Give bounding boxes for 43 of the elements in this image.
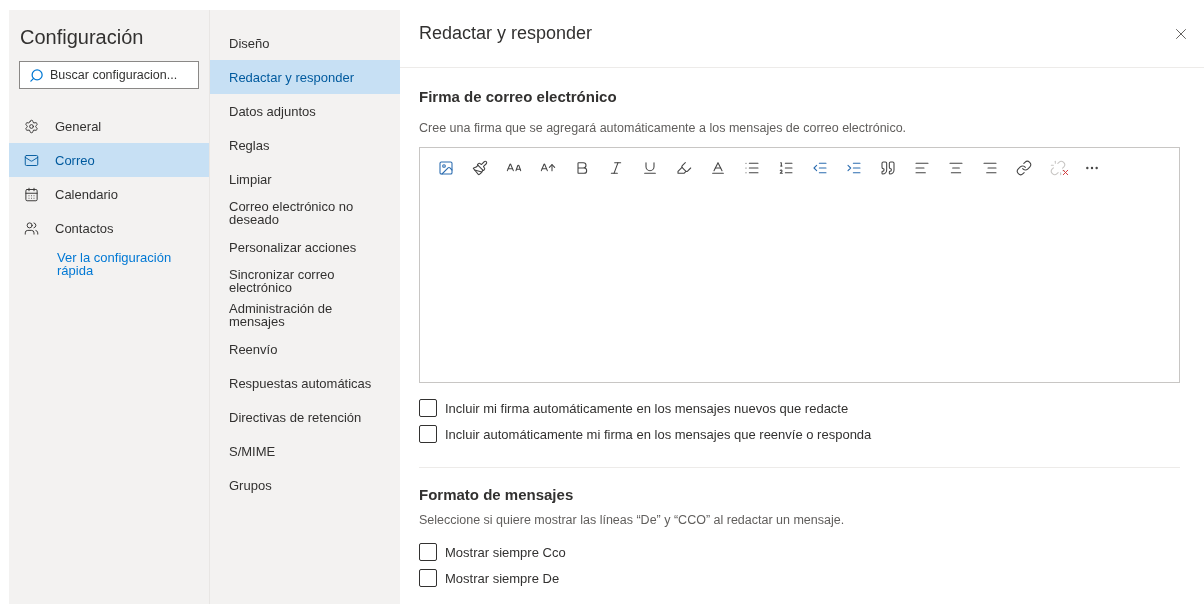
subnav-item[interactable]: Datos adjuntos xyxy=(210,94,400,128)
mail-icon xyxy=(24,152,39,168)
checkbox[interactable] xyxy=(419,425,437,443)
search-field[interactable]: Buscar configuracion... xyxy=(19,61,199,89)
settings-icon xyxy=(24,118,39,134)
subnav-item[interactable]: Respuestas automáticas xyxy=(210,366,400,400)
section-description: Seleccione si quiere mostrar las líneas “De” y “CCO” al redactar un mensaje. xyxy=(419,513,846,527)
sidebar-title: Configuración xyxy=(19,25,145,50)
subnav-item[interactable]: Reenvío xyxy=(210,332,400,366)
brush-icon[interactable] xyxy=(470,158,490,178)
sidebar-item[interactable]: Calendario xyxy=(9,177,209,211)
checkbox-label: Mostrar siempre De xyxy=(445,570,560,586)
sidebar-item[interactable]: Correo xyxy=(9,143,209,177)
subnav-item[interactable]: Diseño xyxy=(210,26,400,60)
section-description: Cree una firma que se agregará automáticamente a los mensajes de correo electrónico. xyxy=(419,121,908,135)
subnav-item[interactable]: Sincronizar correo electrónico xyxy=(210,264,400,298)
subnav-item[interactable]: Grupos xyxy=(210,468,400,502)
checkbox[interactable] xyxy=(419,543,437,561)
checkbox-label: Incluir mi firma automáticamente en los mensajes nuevos que redacte xyxy=(445,400,849,416)
search-icon xyxy=(29,68,44,83)
checkbox-label: Incluir automáticamente mi firma en los mensajes que reenvíe o responda xyxy=(445,426,872,442)
calendar-icon xyxy=(24,186,39,202)
subnav-item[interactable]: Reglas xyxy=(210,128,400,162)
checkbox-label: Mostrar siempre Cco xyxy=(445,544,566,560)
sidebar-item[interactable]: General xyxy=(9,109,209,143)
quote-icon[interactable] xyxy=(878,158,898,178)
panel-title: Redactar y responder xyxy=(419,23,593,44)
checkbox[interactable] xyxy=(419,569,437,587)
section-heading: Formato de mensajes xyxy=(419,486,575,503)
checkbox[interactable] xyxy=(419,399,437,417)
subnav-item[interactable]: Limpiar xyxy=(210,162,400,196)
subnav-item[interactable]: Redactar y responder xyxy=(210,60,400,94)
subnav-item[interactable]: Correo electrónico no deseado xyxy=(210,196,400,230)
subnav-item[interactable]: Administración de mensajes xyxy=(210,298,400,332)
contacts-icon xyxy=(24,220,39,236)
subnav-item[interactable]: Personalizar acciones xyxy=(210,230,400,264)
link-icon[interactable] xyxy=(1014,158,1034,178)
subnav-item[interactable]: S/MIME xyxy=(210,434,400,468)
quick-settings-link[interactable]: Ver la configuración rápida xyxy=(57,251,187,277)
section-heading: Firma de correo electrónico xyxy=(419,88,618,105)
image-icon[interactable] xyxy=(436,158,456,178)
subnav-item[interactable]: Directivas de retención xyxy=(210,400,400,434)
sidebar-item[interactable]: Contactos xyxy=(9,211,209,245)
